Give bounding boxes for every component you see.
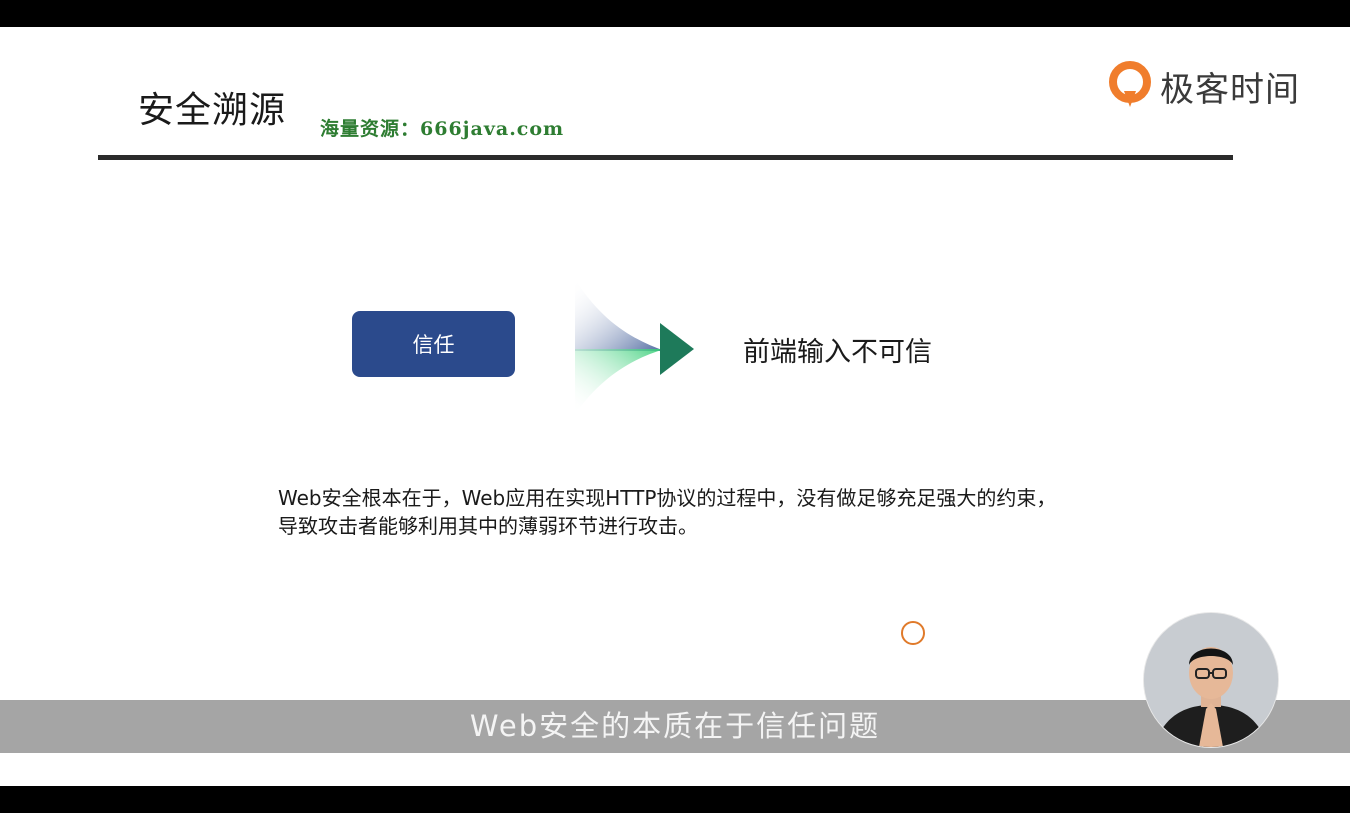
brand-logo: 极客时间 xyxy=(1108,61,1300,111)
trust-label: 信任 xyxy=(412,333,455,357)
presenter-avatar xyxy=(1144,613,1278,747)
explanation-paragraph: Web安全根本在于，Web应用在实现HTTP协议的过程中，没有做足够充足强大的约… xyxy=(278,484,1138,540)
result-text: 前端输入不可信 xyxy=(743,337,932,368)
slide: 安全溯源 海量资源：666java.com 极客时间 信任 前端输入不可信 We… xyxy=(0,27,1350,786)
arrow-right-icon xyxy=(575,279,694,414)
geek-time-logo-icon xyxy=(1109,61,1151,107)
subtitle-text: Web安全的本质在于信任问题 xyxy=(469,709,881,743)
presenter-figure xyxy=(1144,613,1278,747)
title-divider xyxy=(98,155,1233,160)
paragraph-line-2: 导致攻击者能够利用其中的薄弱环节进行攻击。 xyxy=(278,514,698,538)
brand-name: 极客时间 xyxy=(1160,69,1300,110)
watermark-text: 海量资源：666java.com xyxy=(320,118,565,140)
slide-title: 安全溯源 xyxy=(138,90,287,131)
paragraph-line-1: Web安全根本在于，Web应用在实现HTTP协议的过程中，没有做足够充足强大的约… xyxy=(278,486,1057,510)
subtitle-bar: Web安全的本质在于信任问题 xyxy=(0,700,1350,753)
trust-box: 信任 xyxy=(352,311,515,377)
cursor-ring-icon xyxy=(901,621,925,645)
